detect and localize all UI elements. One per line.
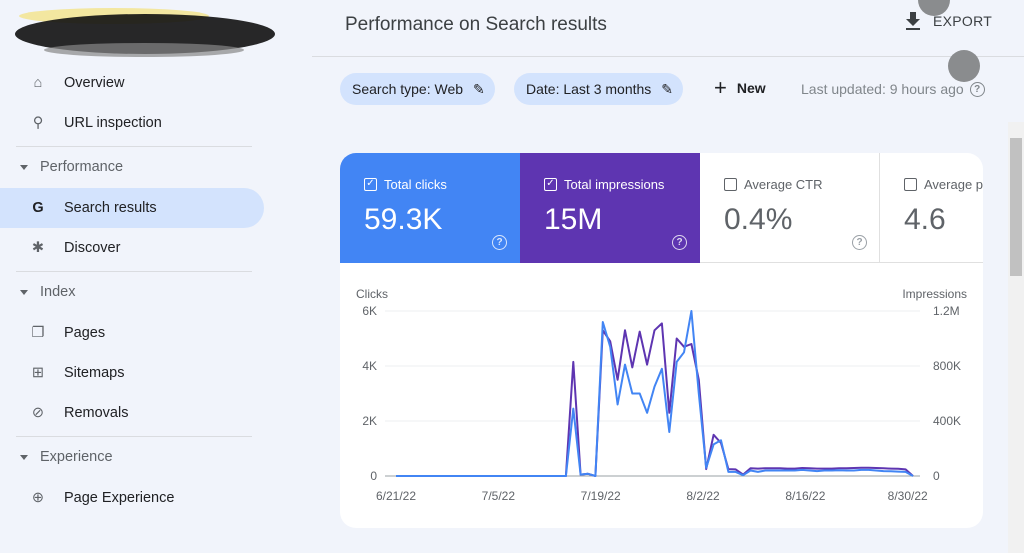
performance-card: ✓ Total clicks 59.3K ? ✓ Total impressio…: [340, 153, 983, 528]
y-left-tick: 6K: [362, 304, 377, 318]
caret-down-icon: [20, 454, 28, 460]
last-updated-text: Last updated: 9 hours ago: [801, 81, 964, 97]
date-chip[interactable]: Date: Last 3 months ✎: [514, 73, 684, 105]
metric-value: 4.6: [904, 203, 946, 236]
new-filter-button[interactable]: + New: [714, 75, 766, 100]
metric-name: Total impressions: [564, 177, 665, 192]
metric-value: 59.3K: [364, 203, 443, 236]
chip-label: Search type: Web: [352, 81, 464, 97]
sidebar-item-search-results[interactable]: G Search results: [0, 188, 264, 228]
y-left-tick: 2K: [362, 414, 377, 428]
metric-name: Average po: [924, 177, 983, 192]
plus-circle-icon: ⊕: [31, 490, 45, 506]
help-icon[interactable]: ?: [672, 235, 687, 250]
x-tick: 8/30/22: [888, 489, 928, 503]
plus-icon: +: [714, 75, 727, 100]
download-icon: [906, 12, 920, 30]
export-button[interactable]: EXPORT: [905, 12, 992, 30]
sidebar-item-label: URL inspection: [64, 115, 162, 131]
sidebar-item-pages[interactable]: ❐ Pages: [0, 313, 260, 353]
sidebar-item-label: Sitemaps: [64, 365, 125, 381]
metric-checkbox[interactable]: ✓: [544, 178, 557, 191]
sidebar-divider: [16, 271, 252, 272]
x-tick: 8/2/22: [686, 489, 720, 503]
help-icon[interactable]: ?: [492, 235, 507, 250]
x-tick: 6/21/22: [376, 489, 416, 503]
help-icon[interactable]: ?: [969, 81, 985, 97]
metric-checkbox[interactable]: ✓: [364, 178, 377, 191]
series-line-clicks: [396, 310, 914, 477]
x-tick: 8/16/22: [785, 489, 825, 503]
sidebar-item-label: Discover: [64, 240, 121, 256]
search-type-chip[interactable]: Search type: Web ✎: [340, 73, 495, 105]
metric-tile-average-ctr[interactable]: Average CTR 0.4% ?: [700, 153, 880, 263]
redacted-property-selector[interactable]: [14, 6, 276, 58]
metric-name: Total clicks: [384, 177, 447, 192]
edit-pencil-icon: ✎: [473, 80, 485, 97]
new-label: New: [736, 80, 766, 96]
series-line-impressions: [396, 322, 914, 477]
google-g-icon: G: [32, 200, 44, 216]
sidebar-item-label: Page Experience: [64, 490, 175, 506]
y-left-tick: 4K: [362, 359, 377, 373]
export-label: EXPORT: [933, 13, 993, 29]
metric-name: Average CTR: [744, 177, 823, 192]
y-left-label: Clicks: [356, 287, 388, 301]
section-label: Performance: [40, 159, 124, 175]
sidebar-item-label: Removals: [64, 405, 129, 421]
sidebar-item-url-inspection[interactable]: ⚲ URL inspection: [0, 103, 260, 143]
sidebar-item-discover[interactable]: ✱ Discover: [0, 228, 260, 268]
sidebar: ⌂ Overview ⚲ URL inspection Performance G Sear…: [0, 0, 280, 553]
edit-pencil-icon: ✎: [661, 80, 674, 97]
x-tick: 7/19/22: [581, 489, 621, 503]
metric-tile-total-clicks[interactable]: ✓ Total clicks 59.3K ?: [340, 153, 520, 263]
x-tick: 7/5/22: [482, 489, 516, 503]
y-right-label: Impressions: [902, 287, 967, 301]
sidebar-item-label: Search results: [64, 200, 157, 216]
eye-off-icon: ⊘: [31, 405, 45, 421]
sidebar-item-page-experience[interactable]: ⊕ Page Experience: [0, 478, 260, 518]
sidebar-item-removals[interactable]: ⊘ Removals: [0, 393, 260, 433]
sidebar-divider: [16, 146, 252, 147]
chip-label: Date: Last 3 months: [526, 81, 652, 97]
asterisk-icon: ✱: [31, 240, 45, 256]
y-right-tick: 400K: [933, 414, 961, 428]
sidebar-item-sitemaps[interactable]: ⊞ Sitemaps: [0, 353, 260, 393]
sidebar-item-label: Overview: [64, 75, 125, 91]
sidebar-divider: [16, 436, 252, 437]
y-right-tick: 0: [933, 469, 940, 483]
section-label: Index: [40, 284, 76, 300]
metric-value: 15M: [544, 203, 603, 236]
page-title: Performance on Search results: [345, 14, 607, 35]
metric-tile-total-impressions[interactable]: ✓ Total impressions 15M ?: [520, 153, 700, 263]
sidebar-item-overview[interactable]: ⌂ Overview: [0, 63, 260, 103]
metric-value: 0.4%: [724, 203, 793, 236]
home-icon: ⌂: [33, 75, 43, 91]
scrollbar-thumb[interactable]: [1010, 138, 1022, 276]
sidebar-item-label: Pages: [64, 325, 106, 341]
help-icon[interactable]: ?: [852, 235, 867, 250]
y-right-tick: 800K: [933, 359, 961, 373]
section-label: Experience: [40, 449, 113, 465]
metric-checkbox[interactable]: [904, 178, 917, 191]
caret-down-icon: [20, 164, 28, 170]
metric-tile-average-po[interactable]: Average po 4.6 ?: [880, 153, 983, 263]
performance-chart: Clicks Impressions 0 0 2K 400K 4K 800K 6K 1.2M 6/2…: [356, 287, 967, 503]
header-divider: [312, 56, 1024, 57]
sitemap-icon: ⊞: [31, 365, 45, 381]
y-right-tick: 1.2M: [933, 304, 960, 318]
search-icon: ⚲: [32, 115, 44, 131]
cursor-marker: [948, 50, 980, 82]
metric-checkbox[interactable]: [724, 178, 737, 191]
y-left-tick: 0: [370, 469, 377, 483]
caret-down-icon: [20, 289, 28, 295]
pages-icon: ❐: [31, 325, 45, 341]
last-updated: Last updated: 9 hours ago ?: [801, 81, 985, 97]
